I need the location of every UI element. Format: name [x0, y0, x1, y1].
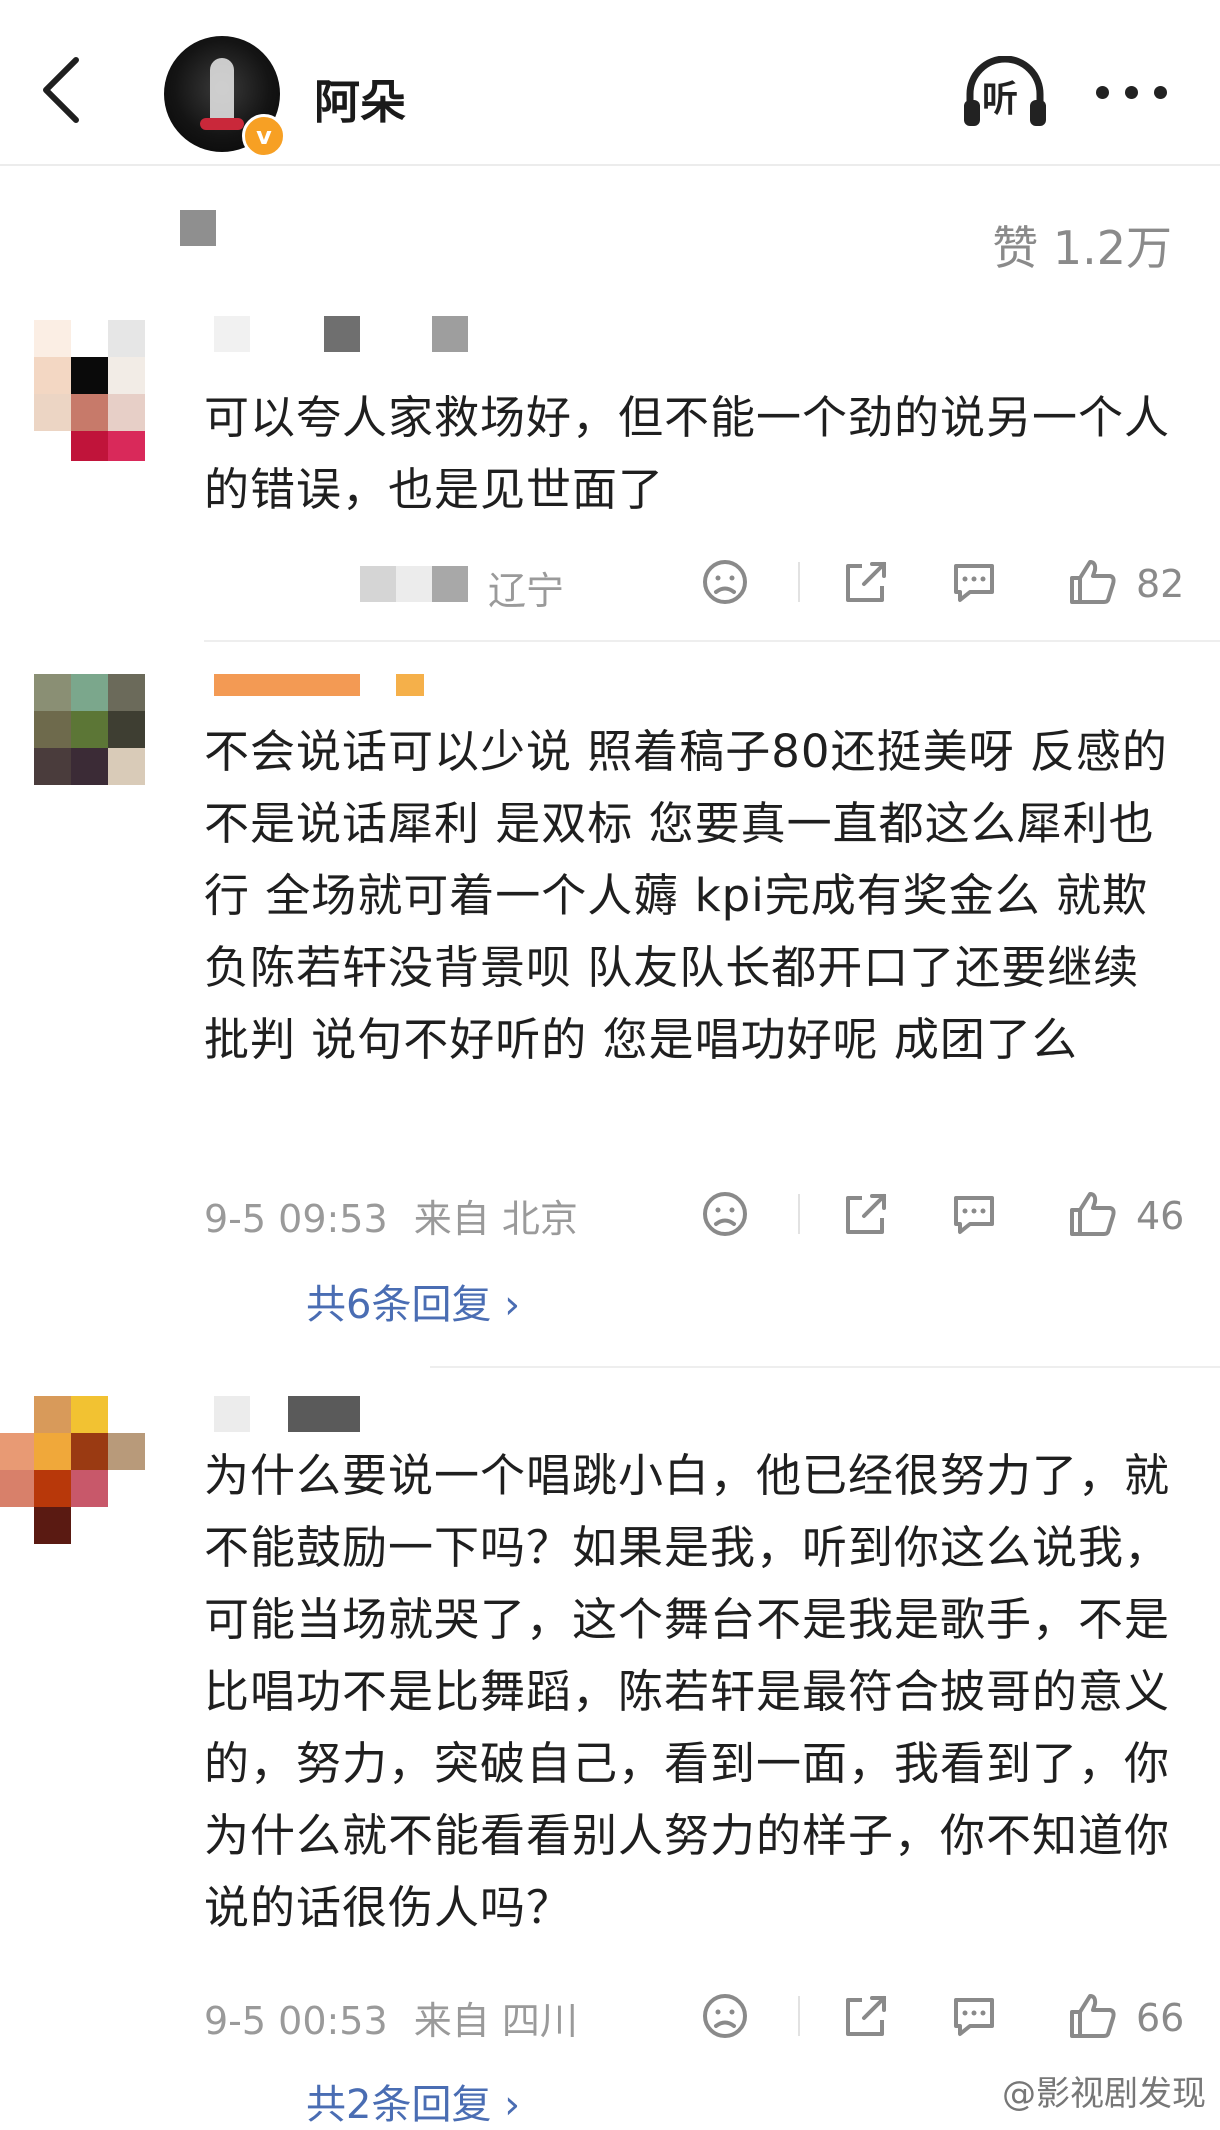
- top-bar: v 阿朵 听: [0, 0, 1220, 166]
- back-button[interactable]: [36, 50, 92, 130]
- comment-actions: 46: [700, 1186, 1190, 1246]
- action-divider: [798, 562, 800, 602]
- comment-item: 不会说话可以少说 照着稿子80还挺美呀 反感的不是说话犀利 是双标 您要真一直都…: [0, 660, 1220, 1340]
- comment-location: 辽宁: [488, 569, 565, 613]
- comment-location: 来自 北京: [413, 1197, 578, 1241]
- share-button[interactable]: [840, 554, 890, 610]
- comment-text: 为什么要说一个唱跳小白，他已经很努力了，就不能鼓励一下吗？如果是我，听到你这么说…: [204, 1449, 1171, 1934]
- comment-time: 9-5 00:53 来自 四川: [204, 1990, 578, 2045]
- dislike-icon: [703, 560, 747, 604]
- dislike-button[interactable]: [700, 1186, 750, 1242]
- comment-icon: [954, 1196, 994, 1234]
- more-options-button[interactable]: [1092, 80, 1172, 104]
- dislike-button[interactable]: [700, 554, 750, 610]
- comment-actions: 82: [700, 554, 1190, 614]
- avatar-lips: [200, 118, 244, 130]
- more-icon: [1096, 86, 1109, 99]
- comment-text: 可以夸人家救场好，但不能一个劲的说另一个人的错误，也是见世面了: [204, 391, 1171, 516]
- comment-item: 为什么要说一个唱跳小白，他已经很努力了，就不能鼓励一下吗？如果是我，听到你这么说…: [0, 1390, 1220, 2128]
- reply-button[interactable]: [948, 554, 1000, 610]
- listen-button[interactable]: 听: [960, 55, 1050, 130]
- listen-label: 听: [982, 79, 1019, 120]
- comment-icon: [954, 1998, 994, 2036]
- more-icon-dot: [1154, 86, 1167, 99]
- like-button[interactable]: [1066, 1186, 1120, 1242]
- comment-divider: [430, 1366, 1220, 1368]
- comment-icon: [954, 564, 994, 602]
- like-count: 46: [1136, 1194, 1185, 1238]
- action-divider: [798, 1194, 800, 1234]
- commenter-avatar[interactable]: [34, 320, 146, 461]
- dislike-button[interactable]: [700, 1988, 750, 2044]
- comment-actions: 66: [700, 1988, 1190, 2048]
- like-count: 66: [1136, 1996, 1185, 2040]
- like-icon: [1070, 1994, 1116, 2038]
- commenter-avatar[interactable]: [0, 1396, 146, 1544]
- post-likes-bar: 赞 1.2万: [0, 166, 1220, 294]
- more-icon-dot: [1125, 86, 1138, 99]
- comment-location: 来自 四川: [413, 1999, 578, 2043]
- comment-timestamp: 9-5 00:53: [204, 1999, 388, 2043]
- comment-time: 9-5 09:53 来自 北京: [204, 1188, 578, 1243]
- share-icon: [846, 562, 886, 602]
- commenter-avatar[interactable]: [34, 674, 146, 786]
- post-likes-count[interactable]: 赞 1.2万: [992, 212, 1172, 278]
- reply-button[interactable]: [948, 1988, 1000, 2044]
- watermark: @影视剧发现: [1002, 2074, 1206, 2114]
- like-count: 82: [1136, 562, 1185, 606]
- dislike-icon: [703, 1192, 747, 1236]
- view-replies-link[interactable]: 共2条回复 ›: [306, 2072, 520, 2130]
- reply-button[interactable]: [948, 1186, 1000, 1242]
- share-button[interactable]: [840, 1988, 890, 2044]
- comment-divider: [204, 640, 1220, 642]
- like-icon: [1070, 1192, 1116, 1236]
- view-replies-link[interactable]: 共6条回复 ›: [306, 1272, 520, 1330]
- comment-timestamp: 9-5 09:53: [204, 1197, 388, 1241]
- author-name[interactable]: 阿朵: [314, 66, 406, 132]
- like-button[interactable]: [1066, 554, 1120, 610]
- share-button[interactable]: [840, 1186, 890, 1242]
- comment-text: 不会说话可以少说 照着稿子80还挺美呀 反感的不是说话犀利 是双标 您要真一直都…: [204, 725, 1168, 1066]
- share-icon: [846, 1194, 886, 1234]
- back-arrow-icon: [43, 57, 79, 123]
- share-icon: [846, 1996, 886, 2036]
- verified-badge-icon: v: [242, 114, 286, 158]
- comment-item: 可以夸人家救场好，但不能一个劲的说另一个人的错误，也是见世面了 辽宁 82: [0, 300, 1220, 630]
- like-icon: [1070, 560, 1116, 604]
- dislike-icon: [703, 1994, 747, 2038]
- like-button[interactable]: [1066, 1988, 1120, 2044]
- action-divider: [798, 1996, 800, 2036]
